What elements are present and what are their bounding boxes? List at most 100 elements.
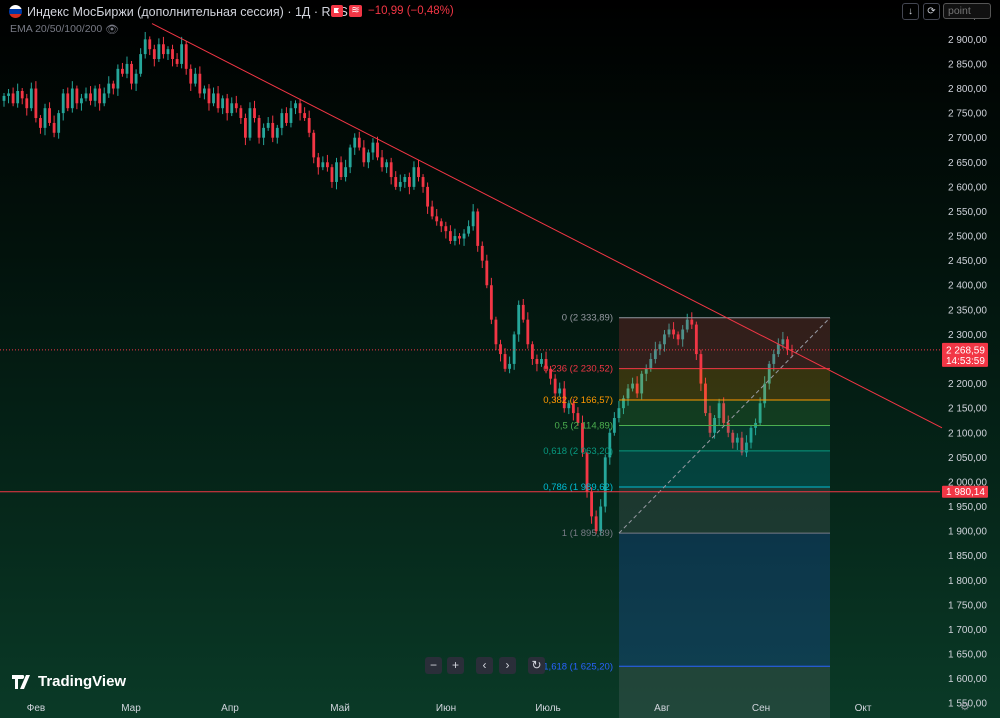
candle-body xyxy=(98,88,102,104)
candle-body xyxy=(70,88,74,109)
candle-body xyxy=(353,137,357,148)
candle-body xyxy=(57,113,61,133)
candle-body xyxy=(385,162,389,168)
fib-level-label: 0,236 (2 230,52) xyxy=(543,364,613,375)
candle-body xyxy=(275,127,279,138)
price-axis-tick: 1 850,00 xyxy=(948,551,987,562)
candle-body xyxy=(16,90,20,104)
candle-body xyxy=(203,88,206,94)
candle-body xyxy=(366,152,370,163)
price-axis-tick: 2 900,00 xyxy=(948,35,987,46)
candle-body xyxy=(426,186,430,207)
replay-icon[interactable]: ⟳ xyxy=(923,3,940,20)
candle-body xyxy=(111,83,115,89)
tradingview-logo: TradingView xyxy=(12,673,126,690)
eye-icon[interactable]: 👁 xyxy=(105,23,119,36)
candle-body xyxy=(134,73,138,84)
price-axis-tick: 1 650,00 xyxy=(948,650,987,661)
fib-level-label: 0,618 (2 063,20) xyxy=(543,446,613,457)
candle-body xyxy=(266,122,270,128)
candle-body xyxy=(262,127,266,138)
price-axis-tick: 2 500,00 xyxy=(948,232,987,243)
candle-body xyxy=(553,378,557,394)
candle-body xyxy=(512,334,516,364)
candle-body xyxy=(357,137,361,148)
candle-body xyxy=(93,88,97,101)
candle-body xyxy=(239,108,243,119)
candle-body xyxy=(380,157,384,168)
candle-body xyxy=(257,118,261,138)
candle-body xyxy=(321,162,325,168)
candle-body xyxy=(312,132,316,158)
candle-body xyxy=(521,304,525,320)
fib-zone xyxy=(619,487,830,534)
candle-body xyxy=(84,93,88,99)
candle-body xyxy=(184,44,188,69)
candle-body xyxy=(307,118,311,133)
candle-body xyxy=(499,344,502,355)
candle-body xyxy=(166,49,170,55)
gear-icon[interactable]: ⚙ xyxy=(960,700,970,713)
candle-body xyxy=(175,59,179,64)
candle-body xyxy=(152,49,156,60)
candle-body xyxy=(139,54,143,74)
flag-badge-icon[interactable] xyxy=(331,5,343,17)
candle-body xyxy=(2,95,6,101)
candle-body xyxy=(130,63,133,84)
price-axis-tick: 2 450,00 xyxy=(948,256,987,267)
candle-body xyxy=(198,73,202,94)
candle-body xyxy=(303,113,307,119)
candle-body xyxy=(339,162,343,178)
candle-body xyxy=(294,103,297,109)
candle-body xyxy=(243,118,247,138)
fib-zone xyxy=(619,533,830,667)
candle-body xyxy=(52,122,56,133)
reset-chart-button[interactable]: ↻ xyxy=(528,657,545,674)
tradingview-logo-icon xyxy=(12,674,30,689)
zoom-out-button[interactable]: − xyxy=(425,657,442,674)
candle-body xyxy=(148,39,152,50)
scroll-left-button[interactable]: ‹ xyxy=(476,657,493,674)
level-price-tag-text: 1 980,14 xyxy=(946,487,985,498)
candle-body xyxy=(125,63,129,74)
price-axis-tick: 1 900,00 xyxy=(948,527,987,538)
candle-body xyxy=(25,98,29,109)
candle-body xyxy=(344,167,348,178)
symbol-title[interactable]: Индекс МосБиржи (дополнительная сессия) … xyxy=(27,5,348,19)
price-axis-tick: 2 550,00 xyxy=(948,207,987,218)
candle-body xyxy=(389,162,393,178)
price-axis-tick: 2 300,00 xyxy=(948,330,987,341)
candle-body xyxy=(157,44,161,60)
candle-body xyxy=(280,113,284,128)
price-axis-tick: 2 600,00 xyxy=(948,182,987,193)
candle-body xyxy=(180,44,184,64)
last-price-text: 2 268,59 xyxy=(946,345,985,356)
candle-body xyxy=(289,108,293,123)
fib-zone xyxy=(619,368,830,401)
ema-indicator-label[interactable]: EMA 20/50/100/200 xyxy=(10,23,102,35)
candle-body xyxy=(230,103,234,114)
candle-body xyxy=(29,88,33,109)
download-icon[interactable]: ↓ xyxy=(902,3,919,20)
price-axis-tick: 2 050,00 xyxy=(948,453,987,464)
candle-body xyxy=(75,88,79,104)
price-axis-tick: 2 150,00 xyxy=(948,404,987,415)
candle-body xyxy=(517,304,521,335)
tradingview-logo-text: TradingView xyxy=(38,673,127,690)
candle-body xyxy=(271,122,275,138)
candle-body xyxy=(430,206,434,217)
price-chart[interactable]: 0 (2 333,89) 0,236 (2 230,52) 0,382 (2 166… xyxy=(0,0,1000,718)
fib-level-label: 1,618 (1 625,20) xyxy=(543,661,613,672)
candle-body xyxy=(330,167,334,182)
eq-badge-icon[interactable]: ≋ xyxy=(349,5,362,17)
candle-body xyxy=(535,359,539,364)
price-axis-tick: 2 200,00 xyxy=(948,379,987,390)
fib-level-label: 0 (2 333,89) xyxy=(562,313,613,324)
russia-flag-icon xyxy=(9,5,22,18)
time-axis-tick: Апр xyxy=(221,703,239,714)
scroll-right-button[interactable]: › xyxy=(499,657,516,674)
point-input[interactable] xyxy=(943,3,991,19)
price-axis-tick: 2 400,00 xyxy=(948,281,987,292)
candle-body xyxy=(248,108,252,138)
zoom-in-button[interactable]: + xyxy=(447,657,464,674)
